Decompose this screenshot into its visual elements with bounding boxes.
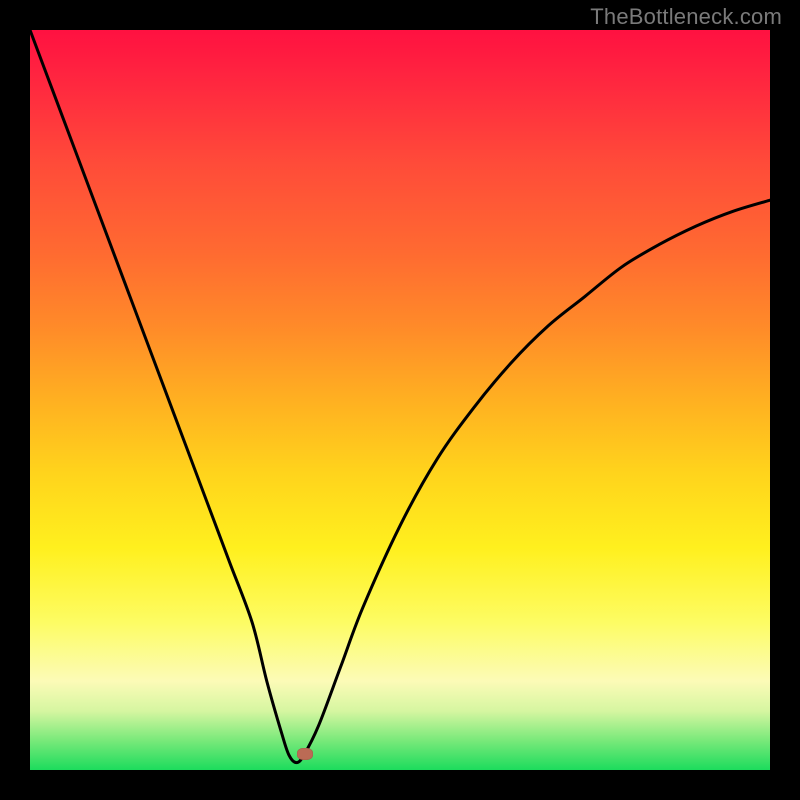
curve-path <box>30 30 770 763</box>
optimal-point-marker <box>297 748 313 760</box>
watermark-text: TheBottleneck.com <box>590 4 782 30</box>
chart-frame: TheBottleneck.com <box>0 0 800 800</box>
bottleneck-curve <box>30 30 770 770</box>
plot-area <box>30 30 770 770</box>
